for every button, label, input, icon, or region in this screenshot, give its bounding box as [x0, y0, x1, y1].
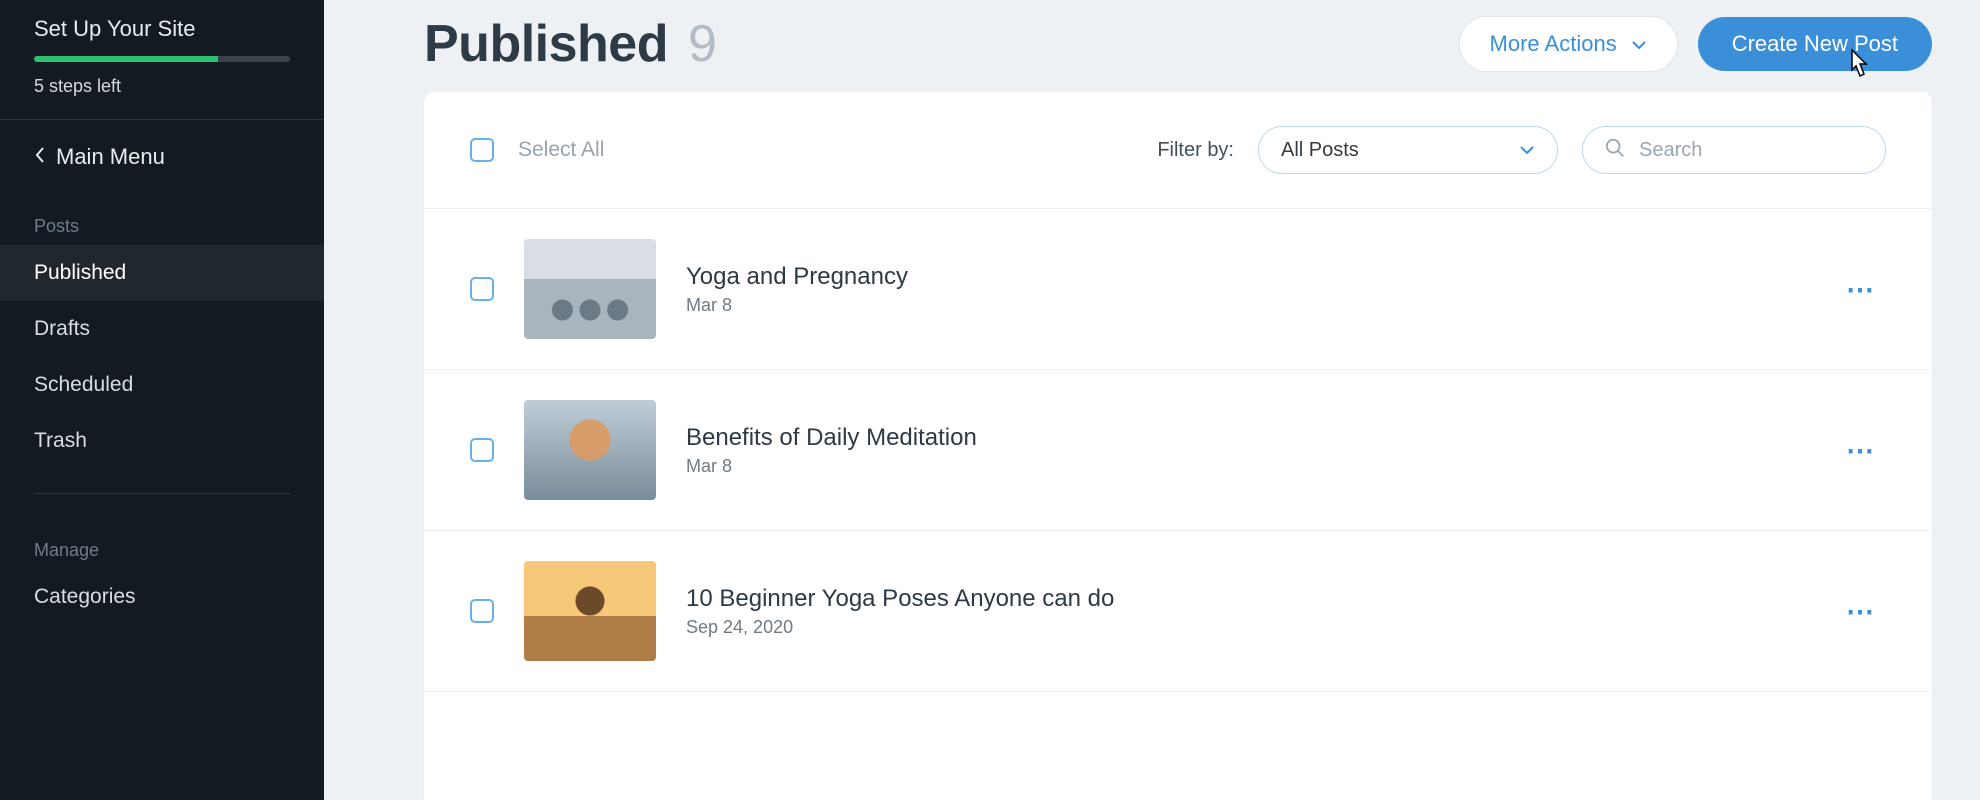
- main-menu-label: Main Menu: [56, 144, 165, 170]
- post-list: Yoga and Pregnancy Mar 8 ⋯ Benefits of D…: [424, 209, 1932, 800]
- chevron-left-icon: [34, 144, 46, 170]
- search-input[interactable]: [1639, 139, 1904, 162]
- select-all-label: Select All: [518, 138, 604, 162]
- select-all-checkbox[interactable]: [470, 138, 494, 162]
- post-checkbox[interactable]: [470, 277, 494, 301]
- section-manage-label: Manage: [0, 518, 324, 569]
- chevron-down-icon: [1631, 31, 1647, 57]
- sidebar-divider: [34, 493, 290, 494]
- more-options-icon[interactable]: ⋯: [1836, 263, 1886, 316]
- progress-fill: [34, 56, 218, 62]
- page-title-count: 9: [688, 15, 716, 73]
- chevron-down-icon: [1519, 139, 1535, 162]
- post-title: 10 Beginner Yoga Poses Anyone can do: [686, 585, 1806, 613]
- progress-bar: [34, 56, 290, 62]
- post-meta: Benefits of Daily Meditation Mar 8: [686, 424, 1806, 477]
- post-title: Benefits of Daily Meditation: [686, 424, 1806, 452]
- search-box[interactable]: [1582, 126, 1886, 174]
- header-actions: More Actions Create New Post: [1459, 16, 1932, 72]
- create-new-post-label: Create New Post: [1732, 31, 1898, 56]
- post-date: Sep 24, 2020: [686, 617, 1806, 638]
- create-new-post-button[interactable]: Create New Post: [1698, 17, 1932, 71]
- more-actions-dropdown[interactable]: More Actions: [1459, 16, 1678, 72]
- sidebar-item-drafts[interactable]: Drafts: [0, 301, 324, 357]
- setup-title: Set Up Your Site: [34, 16, 290, 42]
- post-checkbox[interactable]: [470, 599, 494, 623]
- sidebar-item-published[interactable]: Published: [0, 245, 324, 301]
- post-thumbnail[interactable]: [524, 239, 656, 339]
- steps-left-label: 5 steps left: [34, 76, 290, 97]
- post-date: Mar 8: [686, 295, 1806, 316]
- more-actions-label: More Actions: [1490, 31, 1617, 57]
- post-thumbnail[interactable]: [524, 400, 656, 500]
- more-options-icon[interactable]: ⋯: [1836, 585, 1886, 638]
- post-title: Yoga and Pregnancy: [686, 263, 1806, 291]
- more-options-icon[interactable]: ⋯: [1836, 424, 1886, 477]
- filter-by-label: Filter by:: [1157, 139, 1234, 162]
- posts-card: Select All Filter by: All Posts: [424, 92, 1932, 800]
- page-title: Published 9: [424, 14, 716, 74]
- sidebar: Set Up Your Site 5 steps left Main Menu …: [0, 0, 324, 800]
- main: Published 9 More Actions Create New Post: [324, 0, 1980, 800]
- post-checkbox[interactable]: [470, 438, 494, 462]
- sidebar-item-scheduled[interactable]: Scheduled: [0, 357, 324, 413]
- post-row[interactable]: Benefits of Daily Meditation Mar 8 ⋯: [424, 370, 1932, 531]
- page-header: Published 9 More Actions Create New Post: [324, 0, 1980, 92]
- post-row[interactable]: 10 Beginner Yoga Poses Anyone can do Sep…: [424, 531, 1932, 692]
- post-thumbnail[interactable]: [524, 561, 656, 661]
- post-meta: Yoga and Pregnancy Mar 8: [686, 263, 1806, 316]
- card-controls: Select All Filter by: All Posts: [424, 92, 1932, 209]
- page-title-text: Published: [424, 15, 668, 73]
- post-date: Mar 8: [686, 456, 1806, 477]
- section-posts-label: Posts: [0, 194, 324, 245]
- main-menu-link[interactable]: Main Menu: [0, 120, 324, 194]
- post-row[interactable]: Yoga and Pregnancy Mar 8 ⋯: [424, 209, 1932, 370]
- filter-dropdown[interactable]: All Posts: [1258, 126, 1558, 174]
- filter-value: All Posts: [1281, 139, 1359, 162]
- setup-block[interactable]: Set Up Your Site 5 steps left: [0, 0, 324, 120]
- sidebar-item-trash[interactable]: Trash: [0, 413, 324, 469]
- sidebar-item-categories[interactable]: Categories: [0, 569, 324, 625]
- search-icon: [1605, 138, 1625, 163]
- post-meta: 10 Beginner Yoga Poses Anyone can do Sep…: [686, 585, 1806, 638]
